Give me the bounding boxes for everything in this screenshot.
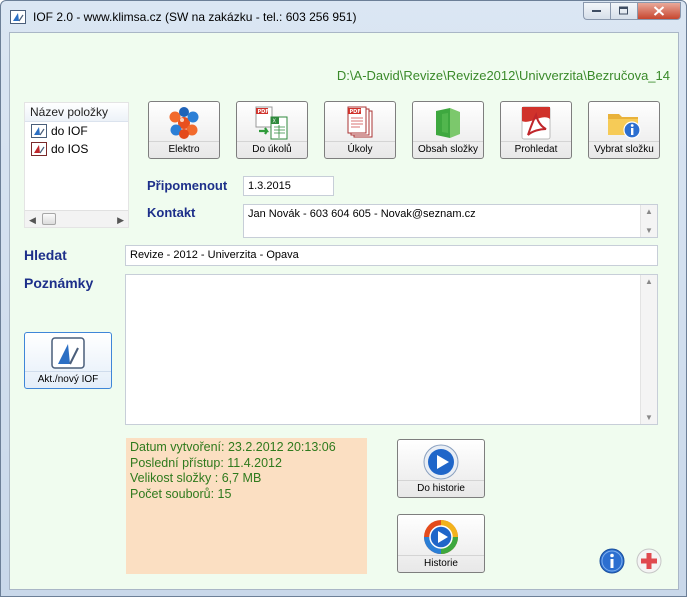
tree-item-do-ios[interactable]: do IOS — [25, 140, 128, 158]
elektro-button[interactable]: Elektro — [148, 101, 220, 159]
button-label: Vybrat složku — [589, 141, 659, 157]
poznamky-scrollbar[interactable]: ▲ ▼ — [640, 275, 657, 424]
folder-info-panel: Datum vytvoření: 23.2.2012 20:13:06 Posl… — [126, 438, 367, 574]
atom-icon — [169, 107, 199, 139]
last-access-date: Poslední přístup: 11.4.2012 — [130, 455, 282, 470]
maximize-icon — [619, 6, 628, 15]
kontakt-textarea[interactable]: Jan Novák - 603 604 605 - Novak@seznam.c… — [243, 204, 658, 238]
do-historie-button[interactable]: Do historie — [397, 439, 485, 498]
tree-item-label: do IOF — [51, 124, 88, 138]
window-title: IOF 2.0 - www.klimsa.cz (SW na zakázku -… — [33, 10, 357, 24]
button-label: Elektro — [149, 141, 219, 157]
button-label: Akt./nový IOF — [25, 371, 111, 387]
tree-item-do-iof[interactable]: do IOF — [25, 122, 128, 140]
obsah-slozky-button[interactable]: Obsah složky — [412, 101, 484, 159]
ukoly-button[interactable]: PDF Úkoly — [324, 101, 396, 159]
help-plus-icon[interactable] — [636, 548, 662, 574]
historie-button[interactable]: Historie — [397, 514, 485, 573]
maximize-button[interactable] — [610, 2, 637, 20]
minimize-icon — [592, 10, 601, 12]
poznamky-textarea[interactable]: ▲ ▼ — [125, 274, 658, 425]
iof-app-icon — [31, 124, 47, 138]
folder-path: D:\A-David\Revize\Revize2012\Univverzita… — [336, 68, 670, 83]
kontakt-label: Kontakt — [147, 205, 196, 220]
file-count: Počet souborů: 15 — [130, 486, 232, 501]
folder-size: Velikost složky : 6,7 MB — [130, 471, 262, 485]
minimize-button[interactable] — [583, 2, 610, 20]
iof-app-icon — [51, 337, 85, 369]
do-ukolu-button[interactable]: PDF X Do úkolů — [236, 101, 308, 159]
title-bar[interactable]: IOF 2.0 - www.klimsa.cz (SW na zakázku -… — [1, 1, 686, 31]
svg-text:PDF: PDF — [258, 109, 269, 115]
scroll-left-icon[interactable]: ◀ — [29, 215, 36, 226]
app-window: IOF 2.0 - www.klimsa.cz (SW na zakázku -… — [0, 0, 687, 597]
kontakt-scrollbar[interactable]: ▲ ▼ — [640, 205, 657, 237]
button-label: Do úkolů — [237, 141, 307, 157]
button-label: Obsah složky — [413, 141, 483, 157]
main-panel: D:\A-David\Revize\Revize2012\Univverzita… — [9, 32, 679, 590]
button-label: Historie — [398, 555, 484, 571]
scroll-up-icon[interactable]: ▲ — [645, 277, 653, 286]
poznamky-label: Poznámky — [24, 275, 94, 291]
close-icon — [653, 6, 665, 16]
ios-app-icon — [31, 142, 47, 156]
pdf-to-excel-icon: PDF X — [255, 106, 288, 140]
scroll-down-icon[interactable]: ▼ — [645, 413, 653, 422]
pripomenout-label: Připomenout — [147, 178, 228, 193]
svg-text:PDF: PDF — [350, 109, 361, 115]
button-label: Prohledat — [501, 141, 571, 157]
scroll-right-icon[interactable]: ▶ — [117, 215, 124, 226]
created-date: Datum vytvoření: 23.2.2012 20:13:06 — [130, 440, 336, 454]
tree-header[interactable]: Název položky — [25, 103, 128, 122]
prohledat-button[interactable]: Prohledat — [500, 101, 572, 159]
acrobat-reader-icon — [521, 106, 551, 140]
play-icon — [423, 444, 459, 480]
app-logo-icon — [10, 10, 26, 24]
hledat-search-input[interactable]: Revize - 2012 - Univerzita - Opava — [125, 245, 658, 266]
scrollbar-thumb[interactable] — [42, 213, 56, 225]
kontakt-text: Jan Novák - 603 604 605 - Novak@seznam.c… — [248, 208, 476, 220]
close-button[interactable] — [637, 2, 681, 20]
item-tree[interactable]: Název položky do IOF do IOS ◀ ▶ — [24, 102, 129, 228]
tree-horizontal-scrollbar[interactable]: ◀ ▶ — [25, 210, 128, 227]
scroll-down-icon[interactable]: ▼ — [645, 226, 653, 235]
svg-text:X: X — [273, 119, 277, 125]
pdf-documents-icon: PDF — [347, 106, 373, 138]
pripomenout-date-input[interactable]: 1.3.2015 — [243, 176, 334, 196]
vybrat-slozku-button[interactable]: Vybrat složku — [588, 101, 660, 159]
info-icon[interactable] — [599, 548, 625, 574]
button-label: Do historie — [398, 480, 484, 496]
media-player-icon — [424, 520, 458, 554]
scroll-up-icon[interactable]: ▲ — [645, 207, 653, 216]
hledat-label: Hledat — [24, 247, 67, 263]
akt-novy-iof-button[interactable]: Akt./nový IOF — [24, 332, 112, 389]
tree-item-label: do IOS — [51, 142, 89, 156]
green-folder-icon — [436, 108, 460, 138]
button-label: Úkoly — [325, 141, 395, 157]
folder-info-icon — [608, 114, 641, 139]
